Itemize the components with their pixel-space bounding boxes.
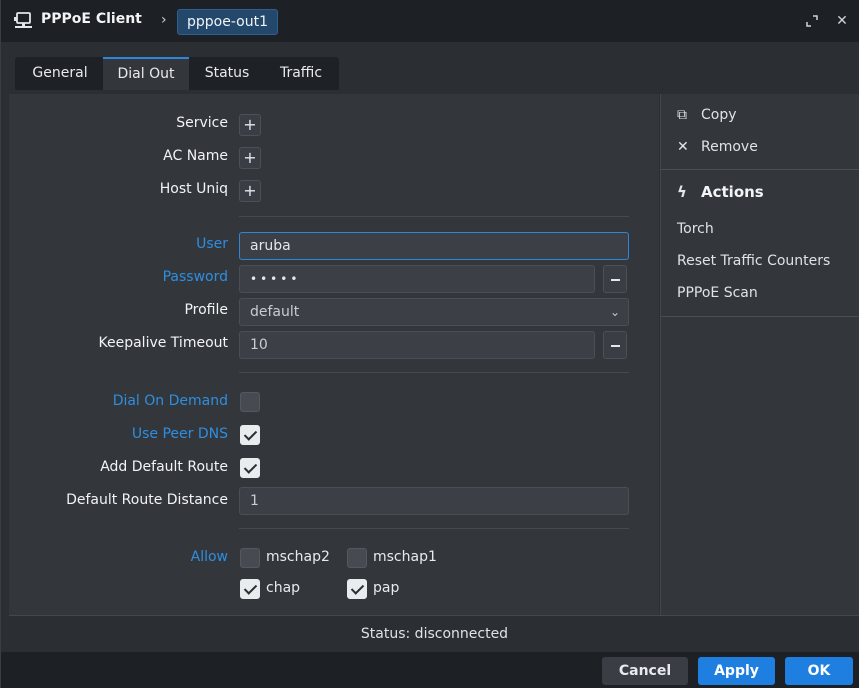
- service-add-button[interactable]: +: [239, 114, 261, 136]
- title-bar: PPPoE Client › pppoe-out1 ✕: [1, 0, 859, 42]
- status-bar: Status: disconnected: [9, 615, 859, 652]
- allow-label: Allow: [190, 549, 228, 565]
- add-default-route-checkbox[interactable]: [240, 458, 260, 478]
- keepalive-timeout-label: Keepalive Timeout: [98, 335, 229, 351]
- sidebar: ⧉ Copy ✕ Remove ϟ Actions Torch Reset Traff…: [660, 94, 859, 615]
- action-reset-traffic-counters[interactable]: Reset Traffic Counters: [677, 253, 830, 269]
- add-default-route-label: Add Default Route: [100, 459, 228, 475]
- host-uniq-add-button[interactable]: +: [239, 180, 261, 202]
- dialog-buttons: Cancel Apply OK: [1, 652, 859, 688]
- profile-value: default: [250, 304, 300, 320]
- cancel-button[interactable]: Cancel: [602, 657, 688, 685]
- allow-pap-checkbox[interactable]: [347, 579, 367, 599]
- tab-traffic[interactable]: Traffic: [263, 57, 339, 90]
- profile-select[interactable]: default ⌄: [239, 298, 629, 326]
- service-label: Service: [176, 115, 228, 131]
- restore-icon[interactable]: [803, 10, 821, 32]
- chevron-down-icon: ⌄: [609, 305, 620, 319]
- dial-out-form: Service AC Name Host Uniq User Password …: [9, 94, 659, 615]
- allow-chap-label: chap: [266, 580, 301, 596]
- default-route-distance-label: Default Route Distance: [66, 492, 228, 508]
- default-route-distance-input[interactable]: 1: [239, 487, 629, 515]
- lightning-icon: ϟ: [677, 183, 687, 201]
- window-title: PPPoE Client: [41, 11, 142, 27]
- actions-heading: ϟ Actions: [677, 183, 764, 201]
- divider: [239, 372, 629, 373]
- remove-button[interactable]: ✕ Remove: [677, 139, 758, 155]
- tab-status[interactable]: Status: [193, 57, 261, 90]
- copy-label: Copy: [701, 107, 737, 123]
- divider: [661, 169, 859, 170]
- allow-mschap1-label: mschap1: [373, 549, 437, 565]
- allow-mschap1-checkbox[interactable]: [347, 548, 367, 568]
- use-peer-dns-label: Use Peer DNS: [131, 426, 228, 442]
- profile-label: Profile: [184, 302, 228, 318]
- item-name-badge: pppoe-out1: [177, 9, 278, 35]
- close-icon: ✕: [677, 139, 689, 155]
- allow-mschap2-label: mschap2: [266, 549, 330, 565]
- breadcrumb-separator: ›: [161, 12, 167, 28]
- user-label: User: [196, 236, 228, 252]
- tab-dial-out[interactable]: Dial Out: [103, 57, 189, 90]
- copy-button[interactable]: ⧉ Copy: [677, 107, 737, 123]
- use-peer-dns-checkbox[interactable]: [240, 425, 260, 445]
- ac-name-add-button[interactable]: +: [239, 147, 261, 169]
- host-uniq-label: Host Uniq: [159, 181, 228, 197]
- copy-icon: ⧉: [677, 107, 687, 123]
- ac-name-label: AC Name: [163, 148, 228, 164]
- keepalive-timeout-input[interactable]: 10: [239, 331, 595, 359]
- actions-heading-label: Actions: [701, 183, 764, 201]
- keepalive-remove-button[interactable]: [603, 331, 627, 359]
- divider: [239, 216, 629, 217]
- password-remove-button[interactable]: [603, 265, 627, 293]
- network-interface-icon: [14, 12, 32, 28]
- action-torch[interactable]: Torch: [677, 221, 714, 237]
- password-input[interactable]: •••••: [239, 265, 595, 293]
- allow-chap-checkbox[interactable]: [240, 579, 260, 599]
- dial-on-demand-checkbox[interactable]: [240, 392, 260, 412]
- close-icon[interactable]: ✕: [833, 10, 851, 32]
- pppoe-client-window: PPPoE Client › pppoe-out1 ✕ General Dial…: [0, 0, 859, 688]
- action-pppoe-scan[interactable]: PPPoE Scan: [677, 285, 758, 301]
- allow-mschap2-checkbox[interactable]: [240, 548, 260, 568]
- user-input[interactable]: aruba: [239, 232, 629, 260]
- password-label: Password: [162, 269, 228, 285]
- ok-button[interactable]: OK: [785, 657, 853, 685]
- remove-label: Remove: [701, 139, 758, 155]
- allow-pap-label: pap: [373, 580, 400, 596]
- apply-button[interactable]: Apply: [698, 657, 775, 685]
- divider: [661, 316, 859, 317]
- tab-general[interactable]: General: [21, 57, 99, 90]
- dial-on-demand-label: Dial On Demand: [112, 393, 228, 409]
- tab-bar: General Dial Out Status Traffic: [1, 42, 859, 94]
- divider: [239, 528, 629, 529]
